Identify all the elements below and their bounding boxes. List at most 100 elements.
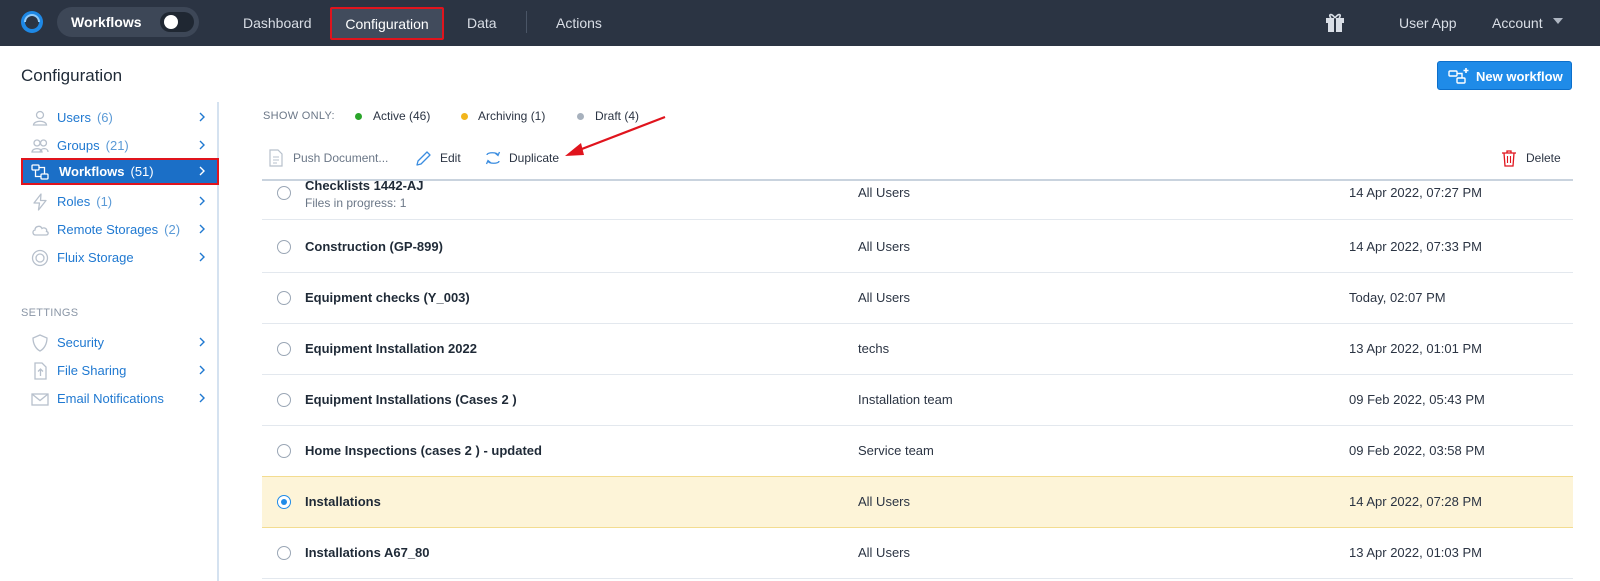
users-label: Users [57,110,91,125]
filter-active[interactable]: Active (46) [373,109,430,123]
new-workflow-icon [1448,68,1469,84]
groups-label: Groups [57,138,100,153]
nav-dashboard[interactable]: Dashboard [243,15,312,31]
fluix-logo-icon[interactable] [20,10,44,34]
sidebar-item-file-sharing[interactable]: File Sharing [21,357,219,384]
account-menu[interactable]: Account [1492,15,1543,31]
sidebar-item-label: Security [57,335,104,350]
sidebar-item-users[interactable]: Users (6) [21,104,219,131]
duplicate-button[interactable]: Duplicate [509,151,559,165]
new-workflow-label: New workflow [1476,69,1563,84]
chevron-right-icon [199,365,205,375]
annotation-arrow [565,115,666,156]
mode-switch-label: Workflows [71,14,142,30]
row-radio-checked[interactable] [277,495,291,509]
table-row[interactable]: Installations A67_80 All Users 13 Apr 20… [262,528,1573,579]
table-row[interactable]: Construction (GP-899) All Users 14 Apr 2… [262,222,1573,273]
remote-storages-count: (2) [164,222,181,237]
mode-switch[interactable]: Workflows [57,7,199,37]
row-radio[interactable] [277,186,291,200]
sidebar-item-remote-storages[interactable]: Remote Storages (2) [21,216,219,243]
row-radio[interactable] [277,393,291,407]
document-icon [269,149,283,167]
workflow-name: Home Inspections (cases 2 ) - updated [305,443,542,458]
gift-icon[interactable] [1325,11,1345,33]
row-radio[interactable] [277,546,291,560]
workflow-icon [31,164,49,180]
workflow-group: All Users [858,185,911,200]
user-icon [32,110,48,126]
workflow-date: 13 Apr 2022, 01:03 PM [1349,545,1482,560]
sidebar-item-label: Roles (1) [57,194,112,209]
push-document-button[interactable]: Push Document... [293,151,388,165]
workflow-date: 14 Apr 2022, 07:27 PM [1349,185,1482,200]
workflows-count: (51) [130,164,154,179]
users-count: (6) [96,110,113,125]
edit-button[interactable]: Edit [440,151,461,165]
nav-configuration-label: Configuration [345,16,429,32]
chevron-right-icon [199,140,205,150]
chevron-right-icon [199,337,205,347]
table-row[interactable]: Equipment checks (Y_003) All Users Today… [262,273,1573,324]
filter-archiving[interactable]: Archiving (1) [478,109,545,123]
workflow-name: Equipment Installations (Cases 2 ) [305,392,517,407]
workflow-date: 13 Apr 2022, 01:01 PM [1349,341,1482,356]
workflow-group: All Users [858,239,911,254]
nav-divider [526,11,527,33]
chevron-right-icon [199,252,205,262]
row-radio[interactable] [277,291,291,305]
nav-actions[interactable]: Actions [556,15,602,31]
workflow-group: Service team [858,443,934,458]
workflow-name: Construction (GP-899) [305,239,443,254]
sidebar-item-groups[interactable]: Groups (21) [21,132,219,159]
chevron-right-icon [199,393,205,403]
user-app-link[interactable]: User App [1399,15,1457,31]
new-workflow-button[interactable]: New workflow [1437,61,1572,90]
row-radio[interactable] [277,240,291,254]
nav-data[interactable]: Data [467,15,497,31]
duplicate-icon [485,151,501,165]
sidebar-item-roles[interactable]: Roles (1) [21,188,219,215]
toggle-knob [164,15,178,29]
roles-label: Roles [57,194,91,209]
workflow-name: Equipment Installation 2022 [305,341,477,356]
workflow-group: All Users [858,545,911,560]
sidebar-item-workflows[interactable]: Workflows (51) [21,158,219,185]
workflow-date: Today, 02:07 PM [1349,290,1446,305]
sidebar-item-email-notifications[interactable]: Email Notifications [21,385,219,412]
sidebar-item-security[interactable]: Security [21,329,219,356]
settings-heading: SETTINGS [21,307,79,319]
table-row[interactable]: Checklists 1442-AJ Files in progress: 1 … [262,178,1573,220]
chevron-down-icon[interactable] [1553,18,1563,24]
mode-toggle[interactable] [160,12,194,32]
groups-count: (21) [105,138,129,153]
fluix-storage-label: Fluix Storage [57,250,134,265]
row-radio[interactable] [277,444,291,458]
workflow-date: 14 Apr 2022, 07:33 PM [1349,239,1482,254]
row-radio[interactable] [277,342,291,356]
delete-button[interactable]: Delete [1526,151,1561,165]
archiving-status-dot [461,113,468,120]
sidebar-item-label: Remote Storages (2) [57,222,180,237]
workflow-name: Installations A67_80 [305,545,430,560]
sidebar-item-fluix-storage[interactable]: Fluix Storage [21,244,219,271]
sidebar-item-label: Workflows (51) [59,164,154,179]
table-row[interactable]: Equipment Installations (Cases 2 ) Insta… [262,375,1573,426]
top-navigation-bar: Workflows Dashboard Configuration Data A… [0,0,1600,46]
sidebar-item-label: Fluix Storage [57,250,134,265]
workflow-date: 14 Apr 2022, 07:28 PM [1349,494,1482,509]
page-title: Configuration [21,66,123,85]
chevron-right-icon [199,224,205,234]
workflow-group: All Users [858,290,911,305]
remote-storages-label: Remote Storages [57,222,159,237]
chevron-right-icon [199,112,205,122]
workflow-group: Installation team [858,392,953,407]
table-row-selected[interactable]: Installations All Users 14 Apr 2022, 07:… [262,476,1573,528]
nav-configuration[interactable]: Configuration [330,7,444,40]
envelope-icon [31,393,49,406]
workflow-date: 09 Feb 2022, 03:58 PM [1349,443,1485,458]
workflow-date: 09 Feb 2022, 05:43 PM [1349,392,1485,407]
sidebar-item-label: Email Notifications [57,391,164,406]
table-row[interactable]: Home Inspections (cases 2 ) - updated Se… [262,426,1573,477]
table-row[interactable]: Equipment Installation 2022 techs 13 Apr… [262,324,1573,375]
